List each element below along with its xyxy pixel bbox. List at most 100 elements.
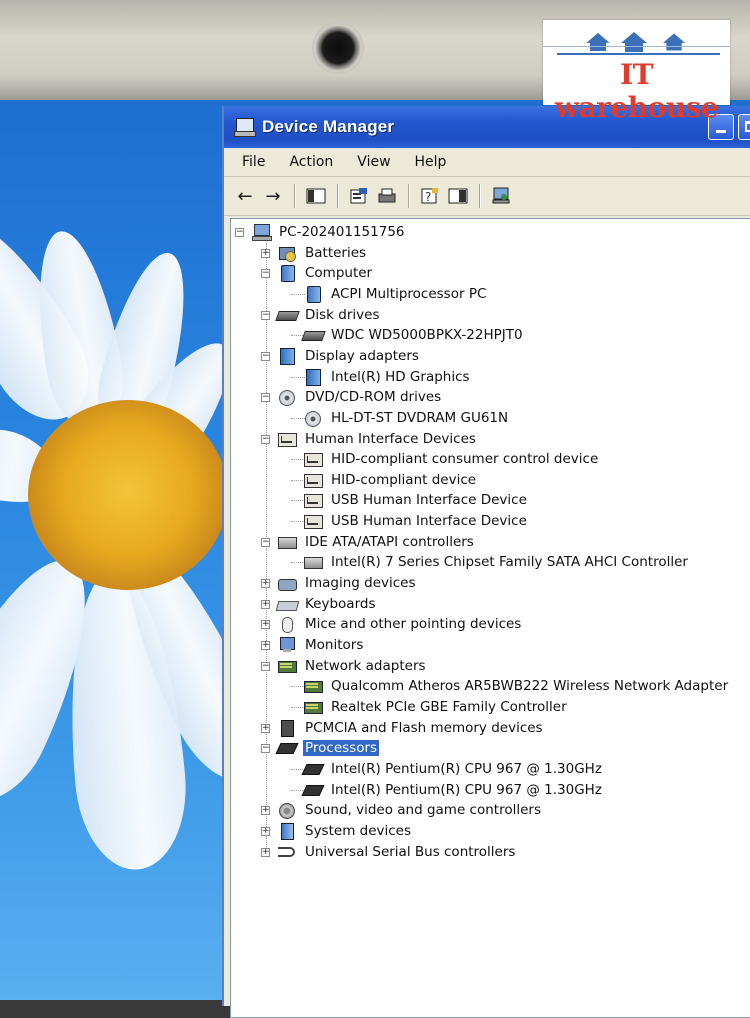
expand-toggle-icon[interactable]: +: [261, 826, 270, 836]
maximize-button[interactable]: [738, 114, 750, 140]
tree-device[interactable]: USB Human Interface Device: [291, 490, 529, 510]
window-title: Device Manager: [262, 117, 395, 136]
expand-toggle-icon[interactable]: +: [261, 620, 270, 630]
tree-category[interactable]: + Monitors: [261, 635, 365, 655]
expand-toggle-icon[interactable]: +: [261, 248, 270, 258]
menu-help[interactable]: Help: [405, 154, 457, 170]
tree-item-label: Network adapters: [305, 657, 426, 674]
tree-item-label: Computer: [305, 265, 373, 282]
hid-icon: [277, 431, 297, 447]
tree-category[interactable]: − Human Interface Devices: [261, 429, 478, 449]
keyboard-icon: [277, 596, 297, 612]
device-manager-icon: [234, 118, 256, 137]
hid-icon: [303, 472, 323, 488]
tree-device[interactable]: Qualcomm Atheros AR5BWB222 Wireless Netw…: [291, 676, 730, 696]
tree-category[interactable]: − IDE ATA/ATAPI controllers: [261, 532, 476, 552]
collapse-toggle-icon[interactable]: −: [261, 393, 270, 403]
computer-category-icon: [303, 285, 323, 303]
tree-root[interactable]: − PC-202401151756: [235, 222, 407, 242]
collapse-toggle-icon[interactable]: −: [261, 537, 270, 547]
tree-category[interactable]: − Processors: [261, 738, 380, 758]
tree-item-label: Intel(R) Pentium(R) CPU 967 @ 1.30GHz: [331, 760, 602, 777]
show-hide-icon[interactable]: [445, 183, 471, 209]
tree-category[interactable]: + System devices: [261, 821, 413, 841]
properties-icon[interactable]: [346, 183, 372, 209]
hid-icon: [303, 492, 323, 509]
tree-category[interactable]: + PCMCIA and Flash memory devices: [261, 718, 545, 738]
mouse-icon: [277, 616, 297, 634]
tree-category[interactable]: − Computer: [261, 263, 374, 283]
dvd-drive-icon: [277, 389, 297, 407]
collapse-toggle-icon[interactable]: −: [235, 228, 244, 237]
processor-icon: [303, 761, 323, 777]
expand-toggle-icon[interactable]: +: [261, 847, 270, 857]
tree-device[interactable]: HID-compliant device: [291, 470, 478, 490]
monitor-icon: [277, 637, 297, 653]
tree-device[interactable]: HID-compliant consumer control device: [291, 449, 600, 469]
tree-category[interactable]: + Keyboards: [261, 594, 378, 614]
tree-category[interactable]: + Universal Serial Bus controllers: [261, 842, 517, 862]
tree-device[interactable]: USB Human Interface Device: [291, 511, 529, 531]
collapse-toggle-icon[interactable]: −: [261, 351, 270, 361]
logo-text: IT warehouse: [554, 58, 719, 124]
tree-category[interactable]: − Network adapters: [261, 656, 428, 676]
webcam: [312, 22, 364, 74]
tree-device[interactable]: Realtek PCIe GBE Family Controller: [291, 697, 569, 717]
ide-controller-icon: [277, 534, 297, 550]
network-adapter-icon: [277, 658, 297, 674]
tree-item-label: Intel(R) Pentium(R) CPU 967 @ 1.30GHz: [331, 781, 602, 798]
scan-hardware-icon[interactable]: [488, 183, 514, 209]
tree-device[interactable]: Intel(R) Pentium(R) CPU 967 @ 1.30GHz: [291, 759, 604, 779]
collapse-toggle-icon[interactable]: −: [261, 434, 270, 444]
tree-item-label: Batteries: [305, 244, 367, 261]
tree-device[interactable]: HL-DT-ST DVDRAM GU61N: [291, 408, 510, 428]
expand-toggle-icon[interactable]: +: [261, 723, 270, 733]
tree-category[interactable]: + Mice and other pointing devices: [261, 614, 523, 634]
tree-device[interactable]: Intel(R) 7 Series Chipset Family SATA AH…: [291, 552, 690, 572]
computer-category-icon: [277, 265, 297, 283]
house-icon: [621, 32, 647, 52]
tree-category[interactable]: − Display adapters: [261, 346, 421, 366]
expand-toggle-icon[interactable]: +: [261, 599, 270, 609]
tree-item-label: DVD/CD-ROM drives: [305, 389, 442, 406]
tree-category[interactable]: − DVD/CD-ROM drives: [261, 387, 443, 407]
tree-item-label: Intel(R) 7 Series Chipset Family SATA AH…: [331, 554, 688, 571]
menu-action[interactable]: Action: [279, 154, 343, 170]
sound-icon: [277, 802, 297, 820]
help-icon[interactable]: ?: [417, 183, 443, 209]
toolbar-separator: [294, 184, 295, 208]
menu-file[interactable]: File: [232, 154, 275, 170]
forward-icon[interactable]: →: [260, 183, 286, 209]
display-adapter-icon: [277, 347, 297, 365]
hid-icon: [303, 451, 323, 468]
collapse-toggle-icon[interactable]: −: [261, 744, 270, 754]
tree-category[interactable]: − Disk drives: [261, 305, 382, 325]
back-icon[interactable]: ←: [232, 183, 258, 209]
console-tree-icon[interactable]: [303, 183, 329, 209]
menu-bar: File Action View Help: [224, 148, 750, 177]
tree-category[interactable]: + Batteries: [261, 243, 368, 263]
tree-device[interactable]: Intel(R) HD Graphics: [291, 367, 472, 387]
tree-item-label: ACPI Multiprocessor PC: [331, 285, 487, 302]
imaging-icon: [277, 575, 297, 592]
expand-toggle-icon[interactable]: +: [261, 579, 270, 589]
print-icon[interactable]: [374, 183, 400, 209]
collapse-toggle-icon[interactable]: −: [261, 269, 270, 279]
tree-category[interactable]: + Sound, video and game controllers: [261, 800, 543, 820]
collapse-toggle-icon[interactable]: −: [261, 661, 270, 671]
tree-device[interactable]: ACPI Multiprocessor PC: [291, 284, 488, 304]
expand-toggle-icon[interactable]: +: [261, 641, 270, 650]
house-icon: [662, 33, 686, 51]
processor-icon: [277, 740, 297, 756]
dvd-drive-icon: [303, 410, 323, 427]
menu-view[interactable]: View: [347, 154, 400, 170]
toolbar: ← → ?: [224, 177, 750, 216]
tree-device[interactable]: WDC WD5000BPKX-22HPJT0: [291, 325, 525, 345]
tree-category[interactable]: + Imaging devices: [261, 573, 418, 593]
tree-item-label: Processors: [303, 740, 380, 757]
collapse-toggle-icon[interactable]: −: [261, 310, 270, 320]
tree-item-label: USB Human Interface Device: [331, 513, 527, 530]
tree-device[interactable]: Intel(R) Pentium(R) CPU 967 @ 1.30GHz: [291, 780, 604, 800]
tree-item-label: HID-compliant consumer control device: [331, 451, 599, 468]
expand-toggle-icon[interactable]: +: [261, 806, 270, 816]
